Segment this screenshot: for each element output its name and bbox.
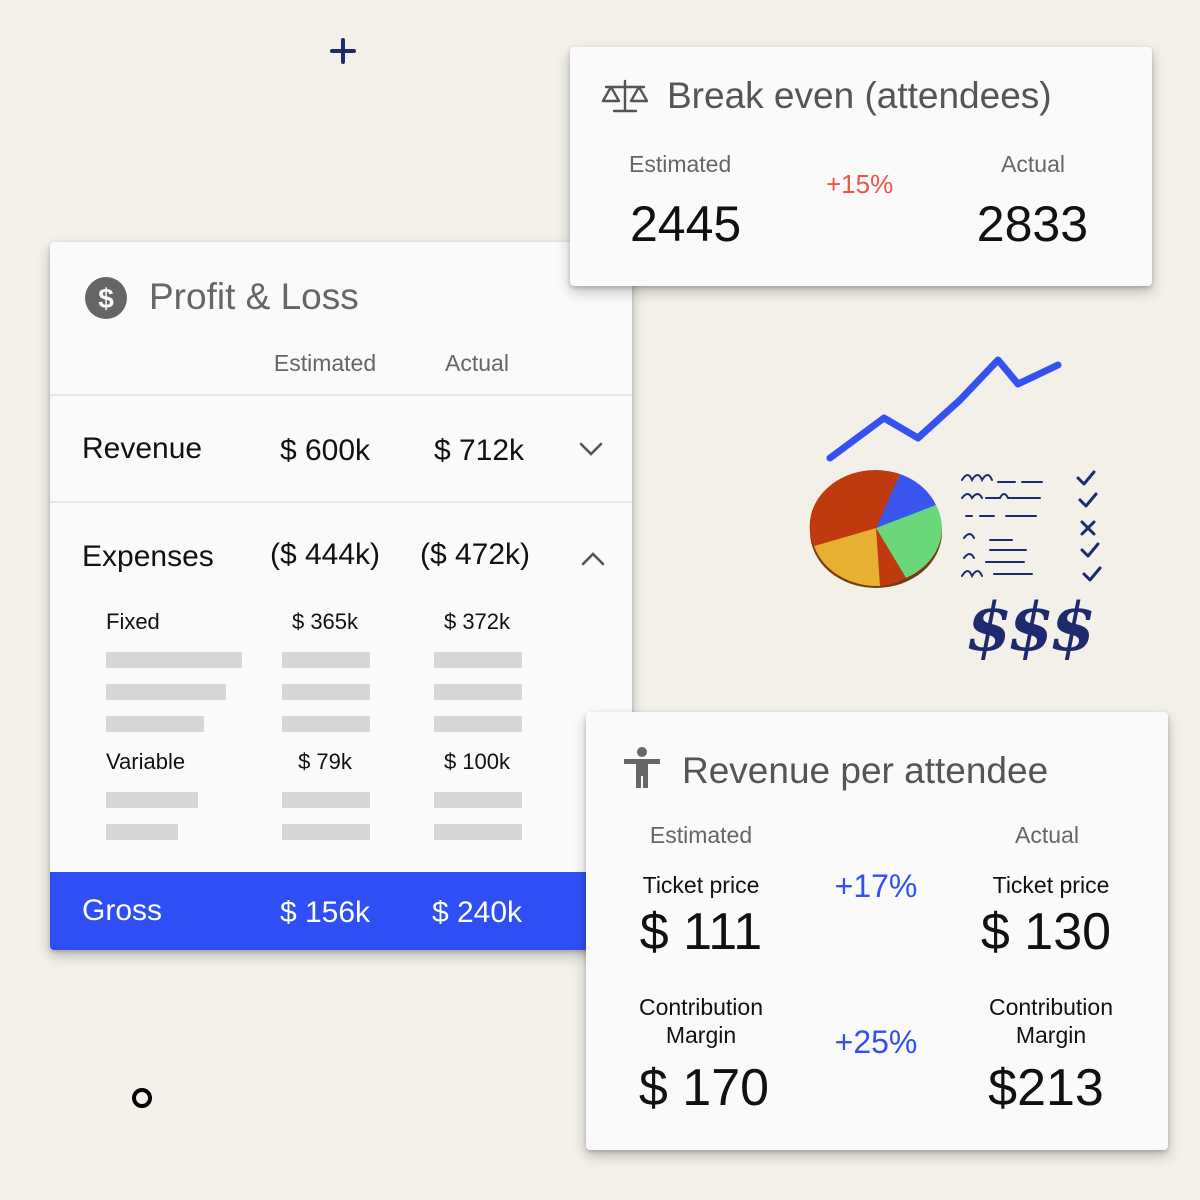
revenue-actual: $ 712k (433, 434, 525, 467)
placeholder-bar (434, 716, 522, 732)
expenses-label: Expenses (82, 540, 214, 573)
placeholder-bar (282, 792, 370, 808)
fixed-actual: $ 372k (443, 609, 511, 634)
svg-text:$: $ (98, 283, 114, 314)
expenses-estimated: ($ 444k) (269, 538, 381, 571)
trend-line (826, 356, 1062, 462)
gross-estimated: $ 156k (279, 896, 371, 929)
page: { "break_even": { "title": "Break even (… (0, 0, 1200, 1200)
chevron-up-icon[interactable] (580, 550, 606, 568)
placeholder-bar (282, 684, 370, 700)
gross-label: Gross (82, 894, 163, 927)
estimated-value: 2445 (630, 196, 742, 252)
plus-icon (330, 38, 356, 64)
break-even-card: Break even (attendees) Estimated Actual … (570, 47, 1152, 286)
card-title: Profit & Loss (149, 276, 359, 317)
scribble-text-icon (961, 474, 1043, 579)
cm-label-actual-2: Margin (1015, 1022, 1087, 1048)
cm-label-estimated-1: Contribution (638, 994, 764, 1020)
revenue-estimated: $ 600k (279, 434, 371, 467)
ticket-change: +17% (834, 868, 918, 904)
cm-estimated: $ 170 (638, 1059, 770, 1117)
fixed-label: Fixed (106, 609, 160, 634)
placeholder-bar (434, 684, 522, 700)
placeholder-bar (106, 684, 226, 700)
variable-label: Variable (106, 749, 186, 774)
fixed-estimated: $ 365k (291, 609, 359, 634)
revenue-per-attendee-card: Revenue per attendee Estimated Actual Ti… (586, 712, 1168, 1150)
placeholder-bar (106, 652, 242, 668)
col-actual-header: Actual (445, 350, 509, 376)
col-estimated-header: Estimated (273, 350, 377, 376)
cm-label-estimated-2: Margin (665, 1022, 737, 1048)
placeholder-bar (106, 824, 178, 840)
profit-loss-card: $ Profit & Loss Estimated Actual Revenue… (50, 242, 632, 950)
gross-actual: $ 240k (431, 896, 523, 929)
actual-value: 2833 (976, 196, 1088, 252)
placeholder-bar (434, 792, 522, 808)
scale-icon (601, 79, 649, 113)
actual-label: Actual (1001, 151, 1065, 177)
placeholder-bar (282, 652, 370, 668)
revenue-label: Revenue (82, 432, 203, 465)
placeholder-bar (282, 824, 370, 840)
cm-change: +25% (834, 1024, 918, 1060)
dollar-circle-icon: $ (85, 277, 127, 319)
pie-chart-icon (809, 470, 942, 588)
divider (50, 501, 632, 503)
variable-estimated: $ 79k (298, 749, 352, 774)
estimated-label: Estimated (649, 822, 753, 848)
card-title: Break even (attendees) (667, 75, 1052, 116)
dollar-signs: $$$ (966, 588, 1096, 666)
revenue-row[interactable]: Revenue $ 600k $ 712k (50, 396, 632, 502)
expenses-actual: ($ 472k) (419, 538, 531, 571)
cm-label-actual-1: Contribution (988, 994, 1114, 1020)
placeholder-bar (106, 792, 198, 808)
estimated-label: Estimated (629, 151, 732, 177)
ticket-label-actual: Ticket price (992, 872, 1110, 898)
person-icon (624, 747, 660, 788)
placeholder-bar (434, 652, 522, 668)
variable-actual: $ 100k (443, 749, 511, 774)
checklist-icon (1076, 470, 1102, 582)
chevron-down-icon[interactable] (578, 440, 604, 458)
change-badge: +15% (826, 169, 894, 199)
gross-row: Gross $ 156k $ 240k (50, 872, 632, 950)
cm-actual: $213 (988, 1059, 1104, 1117)
ticket-estimated: $ 111 (639, 903, 763, 961)
placeholder-bar (282, 716, 370, 732)
ticket-label-estimated: Ticket price (642, 872, 760, 898)
placeholder-bar (106, 716, 204, 732)
expenses-row[interactable]: Expenses ($ 444k) ($ 472k) (50, 504, 632, 594)
placeholder-bar (434, 824, 522, 840)
card-title: Revenue per attendee (682, 750, 1049, 791)
ticket-actual: $ 130 (980, 903, 1112, 961)
dot-icon (132, 1088, 152, 1108)
actual-label: Actual (1015, 822, 1079, 848)
